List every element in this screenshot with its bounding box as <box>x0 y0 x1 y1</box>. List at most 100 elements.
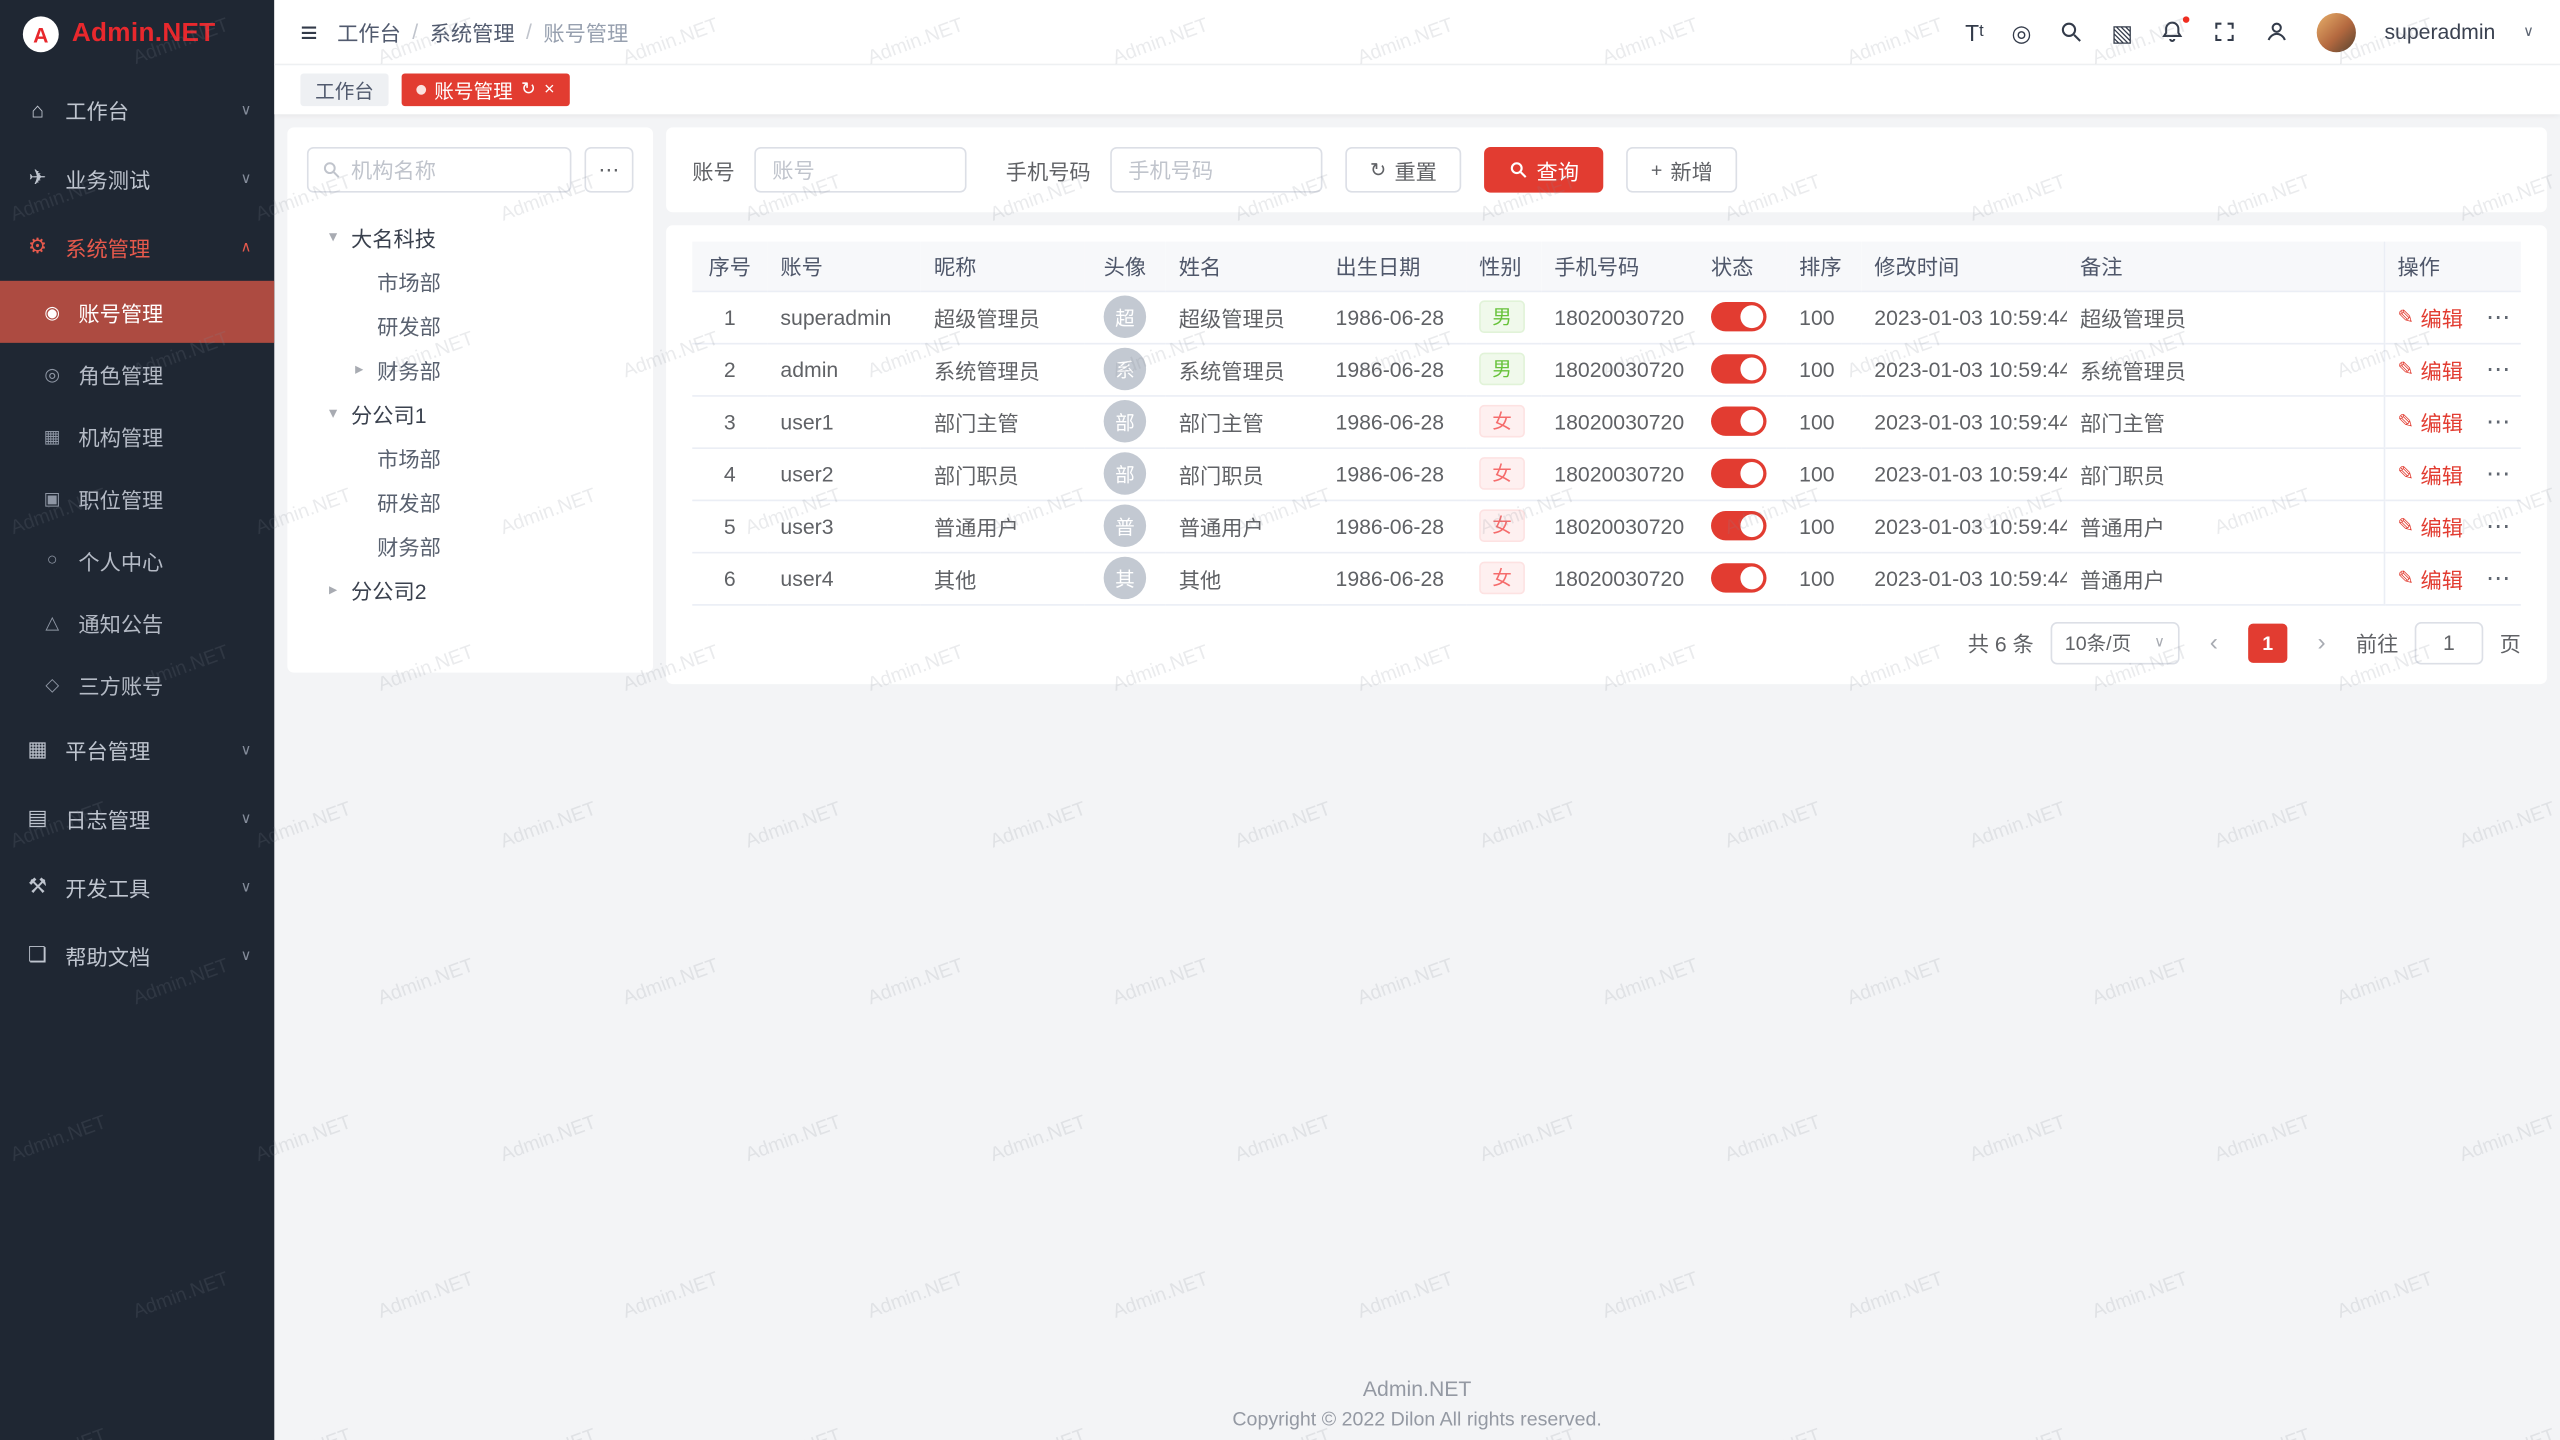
cell-name: 部门职员 <box>1166 447 1323 499</box>
row-more-button[interactable]: ⋯ <box>2486 513 2510 537</box>
chevron-up-icon: ∧ <box>241 238 252 256</box>
breadcrumb: 工作台 / 系统管理 / 账号管理 <box>337 16 628 47</box>
sidebar-subitem-position[interactable]: ▣职位管理 <box>0 467 274 529</box>
column-header-status: 状态 <box>1698 242 1786 291</box>
tab-account[interactable]: 账号管理 ↻ × <box>402 73 570 106</box>
close-icon[interactable]: × <box>544 81 555 99</box>
row-more-button[interactable]: ⋯ <box>2486 409 2510 433</box>
column-header-modified: 修改时间 <box>1861 242 2067 291</box>
caret-down-icon[interactable]: ▾ <box>323 229 343 247</box>
sidebar-subitem-org[interactable]: ▦机构管理 <box>0 405 274 467</box>
hamburger-menu-icon[interactable]: ≡ <box>300 17 317 46</box>
sidebar-item-help[interactable]: ❏帮助文档∨ <box>0 921 274 990</box>
status-toggle[interactable] <box>1711 354 1767 383</box>
globe-icon[interactable]: ◎ <box>2011 20 2031 43</box>
table-row: 1superadmin超级管理员超超级管理员1986-06-28男1802003… <box>692 291 2521 343</box>
refresh-icon: ↻ <box>1370 160 1386 180</box>
tree-node[interactable]: ▸ 分公司2 <box>310 568 633 612</box>
edit-button[interactable]: ✎编辑 <box>2398 510 2463 541</box>
column-header-phone: 手机号码 <box>1541 242 1698 291</box>
sidebar-item-workbench[interactable]: ⌂工作台∨ <box>0 75 274 144</box>
account-filter-input[interactable] <box>754 147 966 193</box>
caret-right-icon[interactable]: ▸ <box>323 581 343 599</box>
tree-node[interactable]: 市场部 <box>310 260 633 304</box>
prev-page-button[interactable]: ‹ <box>2196 630 2232 654</box>
tree-node[interactable]: ▾分公司1 <box>310 392 633 436</box>
sidebar-subitem-profile[interactable]: ○个人中心 <box>0 529 274 591</box>
status-toggle[interactable] <box>1711 459 1767 488</box>
edit-button[interactable]: ✎编辑 <box>2398 458 2463 489</box>
tree-node[interactable]: 市场部 <box>310 436 633 480</box>
sidebar-item-business-test[interactable]: ✈业务测试∨ <box>0 144 274 213</box>
search-button[interactable]: 查询 <box>1484 147 1603 193</box>
tree-node[interactable]: 研发部 <box>310 304 633 348</box>
status-toggle[interactable] <box>1711 511 1767 540</box>
sidebar-subitem-account[interactable]: ◉账号管理 <box>0 281 274 343</box>
caret-down-icon[interactable]: ▾ <box>323 405 343 423</box>
status-toggle[interactable] <box>1711 302 1767 331</box>
org-search-input[interactable] <box>351 158 557 182</box>
breadcrumb-item-workbench[interactable]: 工作台 <box>337 16 401 47</box>
sidebar: A Admin.NET ⌂工作台∨✈业务测试∨⚙系统管理∧◉账号管理◎角色管理▦… <box>0 0 274 1440</box>
add-button[interactable]: + 新增 <box>1626 147 1737 193</box>
tree-node-label: 分公司2 <box>351 575 426 606</box>
tree-node[interactable]: 研发部 <box>310 480 633 524</box>
avatar[interactable] <box>2318 12 2357 51</box>
sidebar-item-devtools[interactable]: ⚒开发工具∨ <box>0 852 274 921</box>
edit-button[interactable]: ✎编辑 <box>2398 353 2463 384</box>
caret-right-icon[interactable]: ▸ <box>349 361 369 379</box>
row-more-button[interactable]: ⋯ <box>2486 304 2510 328</box>
tab-label: 账号管理 <box>434 76 512 104</box>
cell-ops: ✎编辑 ⋯ <box>2384 395 2521 447</box>
sidebar-item-label: 系统管理 <box>65 231 240 262</box>
page-size-select[interactable]: 10条/页 ∨ <box>2050 621 2179 663</box>
cell-remark: 部门职员 <box>2067 447 2384 499</box>
sidebar-item-platform[interactable]: ▦平台管理∨ <box>0 715 274 784</box>
tree-node[interactable]: 财务部 <box>310 524 633 568</box>
cell-name: 部门主管 <box>1166 395 1323 447</box>
edit-button[interactable]: ✎编辑 <box>2398 562 2463 593</box>
cell-ops: ✎编辑 ⋯ <box>2384 291 2521 343</box>
current-page-button[interactable]: 1 <box>2248 623 2287 662</box>
cell-account: user1 <box>767 395 920 447</box>
chevron-down-icon: ∨ <box>241 169 252 187</box>
sidebar-item-label: 日志管理 <box>65 802 240 833</box>
row-more-button[interactable]: ⋯ <box>2486 566 2510 590</box>
breadcrumb-item-system[interactable]: 系统管理 <box>430 16 515 47</box>
row-more-button[interactable]: ⋯ <box>2486 357 2510 381</box>
sidebar-item-logs[interactable]: ▤日志管理∨ <box>0 784 274 853</box>
pagination-total: 共 6 条 <box>1968 627 2034 658</box>
org-search-box[interactable] <box>307 147 571 193</box>
refresh-icon[interactable]: ↻ <box>521 81 536 99</box>
edit-button[interactable]: ✎编辑 <box>2398 301 2463 332</box>
tree-node[interactable]: ▾大名科技 <box>310 216 633 260</box>
chevron-down-icon: ∨ <box>241 878 252 896</box>
sidebar-subitem-notice[interactable]: △通知公告 <box>0 591 274 653</box>
font-size-icon[interactable]: Tt <box>1965 20 1984 43</box>
sidebar-subitem-role[interactable]: ◎角色管理 <box>0 343 274 405</box>
cell-account: superadmin <box>767 291 920 343</box>
row-more-button[interactable]: ⋯ <box>2486 461 2510 485</box>
tree-node[interactable]: ▸财务部 <box>310 348 633 392</box>
user-settings-icon[interactable] <box>2265 20 2289 44</box>
more-options-button[interactable]: ⋯ <box>584 147 633 193</box>
phone-filter-input[interactable] <box>1110 147 1322 193</box>
tab-workbench[interactable]: 工作台 <box>300 73 388 106</box>
status-toggle[interactable] <box>1711 407 1767 436</box>
next-page-button[interactable]: › <box>2304 630 2340 654</box>
username[interactable]: superadmin <box>2384 20 2495 44</box>
fullscreen-icon[interactable] <box>2213 20 2237 44</box>
edit-button[interactable]: ✎编辑 <box>2398 406 2463 437</box>
chevron-down-icon[interactable]: ∨ <box>2523 23 2534 41</box>
app-logo[interactable]: A Admin.NET <box>0 0 274 69</box>
theme-layout-icon[interactable]: ▧ <box>2111 20 2133 43</box>
column-header-nickname: 昵称 <box>921 242 1084 291</box>
goto-page-input[interactable] <box>2415 621 2484 663</box>
reset-button[interactable]: ↻ 重置 <box>1345 147 1461 193</box>
top-header: ≡ 工作台 / 系统管理 / 账号管理 Tt ◎ ▧ <box>274 0 2560 65</box>
status-toggle[interactable] <box>1711 563 1767 592</box>
sidebar-subitem-third-account[interactable]: ◇三方账号 <box>0 653 274 715</box>
sidebar-item-system[interactable]: ⚙系统管理∧ <box>0 212 274 281</box>
notification-bell-icon[interactable] <box>2161 20 2185 44</box>
search-icon[interactable] <box>2059 20 2083 44</box>
